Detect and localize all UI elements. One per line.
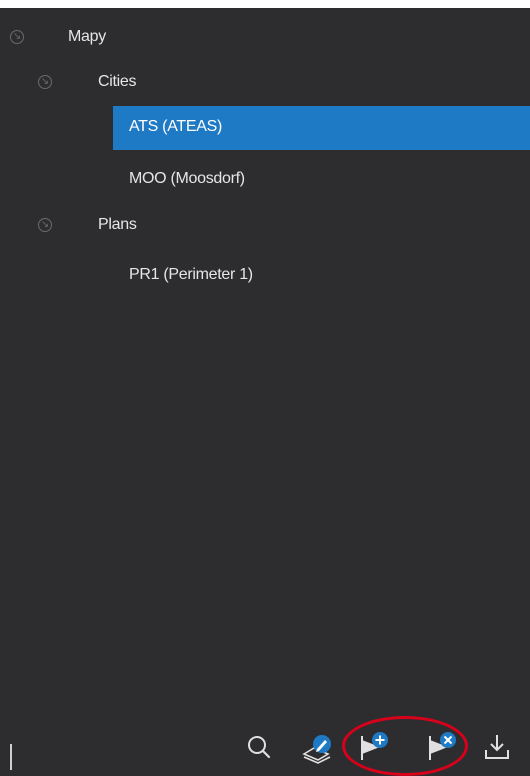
tree-item-label: PR1 (Perimeter 1) xyxy=(129,266,253,283)
tree-node-cities[interactable]: ↘ Cities xyxy=(0,61,530,105)
edit-layer-icon[interactable] xyxy=(300,730,334,764)
collapse-toggle-icon[interactable]: ↘ xyxy=(38,218,52,232)
tree-node-plans[interactable]: ↘ Plans xyxy=(0,204,530,248)
tree-item-label: MOO (Moosdorf) xyxy=(129,170,245,187)
tree-item-label: ATS (ATEAS) xyxy=(129,118,223,135)
annotation-circle xyxy=(342,716,468,776)
tree-item-moo[interactable]: MOO (Moosdorf) xyxy=(0,158,530,202)
tree-panel: ↘ Mapy ↘ Cities ATS (ATEAS) MOO (Moosdor… xyxy=(0,8,530,776)
download-icon[interactable] xyxy=(480,730,514,764)
tree-node-label: Plans xyxy=(98,216,137,233)
tree-node-label: Mapy xyxy=(68,28,106,45)
tree-node-label: Cities xyxy=(98,73,137,90)
search-icon[interactable] xyxy=(242,730,276,764)
tree-node-mapy[interactable]: ↘ Mapy xyxy=(0,16,530,60)
collapse-toggle-icon[interactable]: ↘ xyxy=(10,30,24,44)
bottom-toolbar xyxy=(0,716,530,776)
collapse-toggle-icon[interactable]: ↘ xyxy=(38,75,52,89)
text-cursor xyxy=(10,744,12,770)
tree-item-ats[interactable]: ATS (ATEAS) xyxy=(113,106,530,150)
tree-item-pr1[interactable]: PR1 (Perimeter 1) xyxy=(0,254,530,298)
